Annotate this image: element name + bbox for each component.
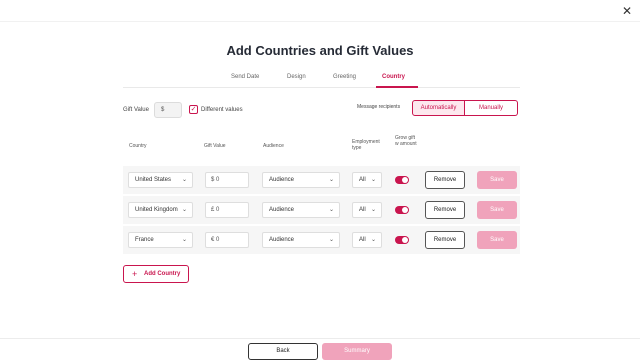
tab-design[interactable]: Design xyxy=(287,74,306,80)
gift-value-field[interactable]: $ 0 xyxy=(205,172,249,188)
add-country-button[interactable]: + Add Country xyxy=(123,265,189,283)
footer-bar xyxy=(0,338,640,364)
country-select[interactable]: United States ⌄ xyxy=(128,172,193,188)
grow-gift-toggle[interactable] xyxy=(395,236,409,244)
employment-type-select[interactable]: All ⌄ xyxy=(352,172,382,188)
save-button[interactable]: Save xyxy=(477,231,517,249)
summary-button[interactable]: Summary xyxy=(322,343,392,360)
automatically-option[interactable]: Automatically xyxy=(412,100,465,116)
tab-bar: Send Date Design Greeting Country xyxy=(123,70,520,88)
tab-send-date[interactable]: Send Date xyxy=(231,74,259,80)
tab-country[interactable]: Country xyxy=(382,74,405,80)
save-button[interactable]: Save xyxy=(477,171,517,189)
header-employment-type: Employment type xyxy=(352,139,380,151)
audience-select[interactable]: Audience ⌄ xyxy=(262,202,340,218)
remove-button[interactable]: Remove xyxy=(425,171,465,189)
add-country-label: Add Country xyxy=(144,271,181,277)
header-audience: Audience xyxy=(263,143,284,149)
top-bar: ✕ xyxy=(0,0,640,22)
country-select[interactable]: United Kingdom ⌄ xyxy=(128,202,193,218)
plus-icon: + xyxy=(132,269,138,279)
page-title: Add Countries and Gift Values xyxy=(226,43,414,58)
back-button[interactable]: Back xyxy=(248,343,318,360)
header-gift-value: Gift Value xyxy=(204,143,226,149)
gift-value-field[interactable]: € 0 xyxy=(205,232,249,248)
country-select[interactable]: France ⌄ xyxy=(128,232,193,248)
grow-gift-toggle[interactable] xyxy=(395,176,409,184)
header-country: Country xyxy=(129,143,147,149)
active-tab-indicator xyxy=(376,86,418,88)
different-values-label: Different values xyxy=(201,107,243,113)
close-icon[interactable]: ✕ xyxy=(620,4,634,18)
remove-button[interactable]: Remove xyxy=(425,201,465,219)
employment-type-select[interactable]: All ⌄ xyxy=(352,232,382,248)
save-button[interactable]: Save xyxy=(477,201,517,219)
tab-greeting[interactable]: Greeting xyxy=(333,74,356,80)
grow-gift-toggle[interactable] xyxy=(395,206,409,214)
gift-value-input[interactable]: $ xyxy=(154,102,182,118)
table-row: United States ⌄ $ 0 Audience ⌄ All ⌄ Remove… xyxy=(123,166,520,194)
gift-value-field[interactable]: £ 0 xyxy=(205,202,249,218)
different-values-checkbox[interactable]: ✓ xyxy=(189,105,198,114)
table-row: United Kingdom ⌄ £ 0 Audience ⌄ All ⌄ Remov… xyxy=(123,196,520,224)
manually-option[interactable]: Manually xyxy=(465,100,518,116)
message-recipients-label: Message recipients xyxy=(357,104,401,110)
table-row: France ⌄ € 0 Audience ⌄ All ⌄ Remove Save xyxy=(123,226,520,254)
remove-button[interactable]: Remove xyxy=(425,231,465,249)
audience-select[interactable]: Audience ⌄ xyxy=(262,232,340,248)
employment-type-select[interactable]: All ⌄ xyxy=(352,202,382,218)
header-grow-gift: Grow gift w amount xyxy=(395,135,417,147)
gift-value-label: Gift Value xyxy=(123,107,149,113)
audience-select[interactable]: Audience ⌄ xyxy=(262,172,340,188)
